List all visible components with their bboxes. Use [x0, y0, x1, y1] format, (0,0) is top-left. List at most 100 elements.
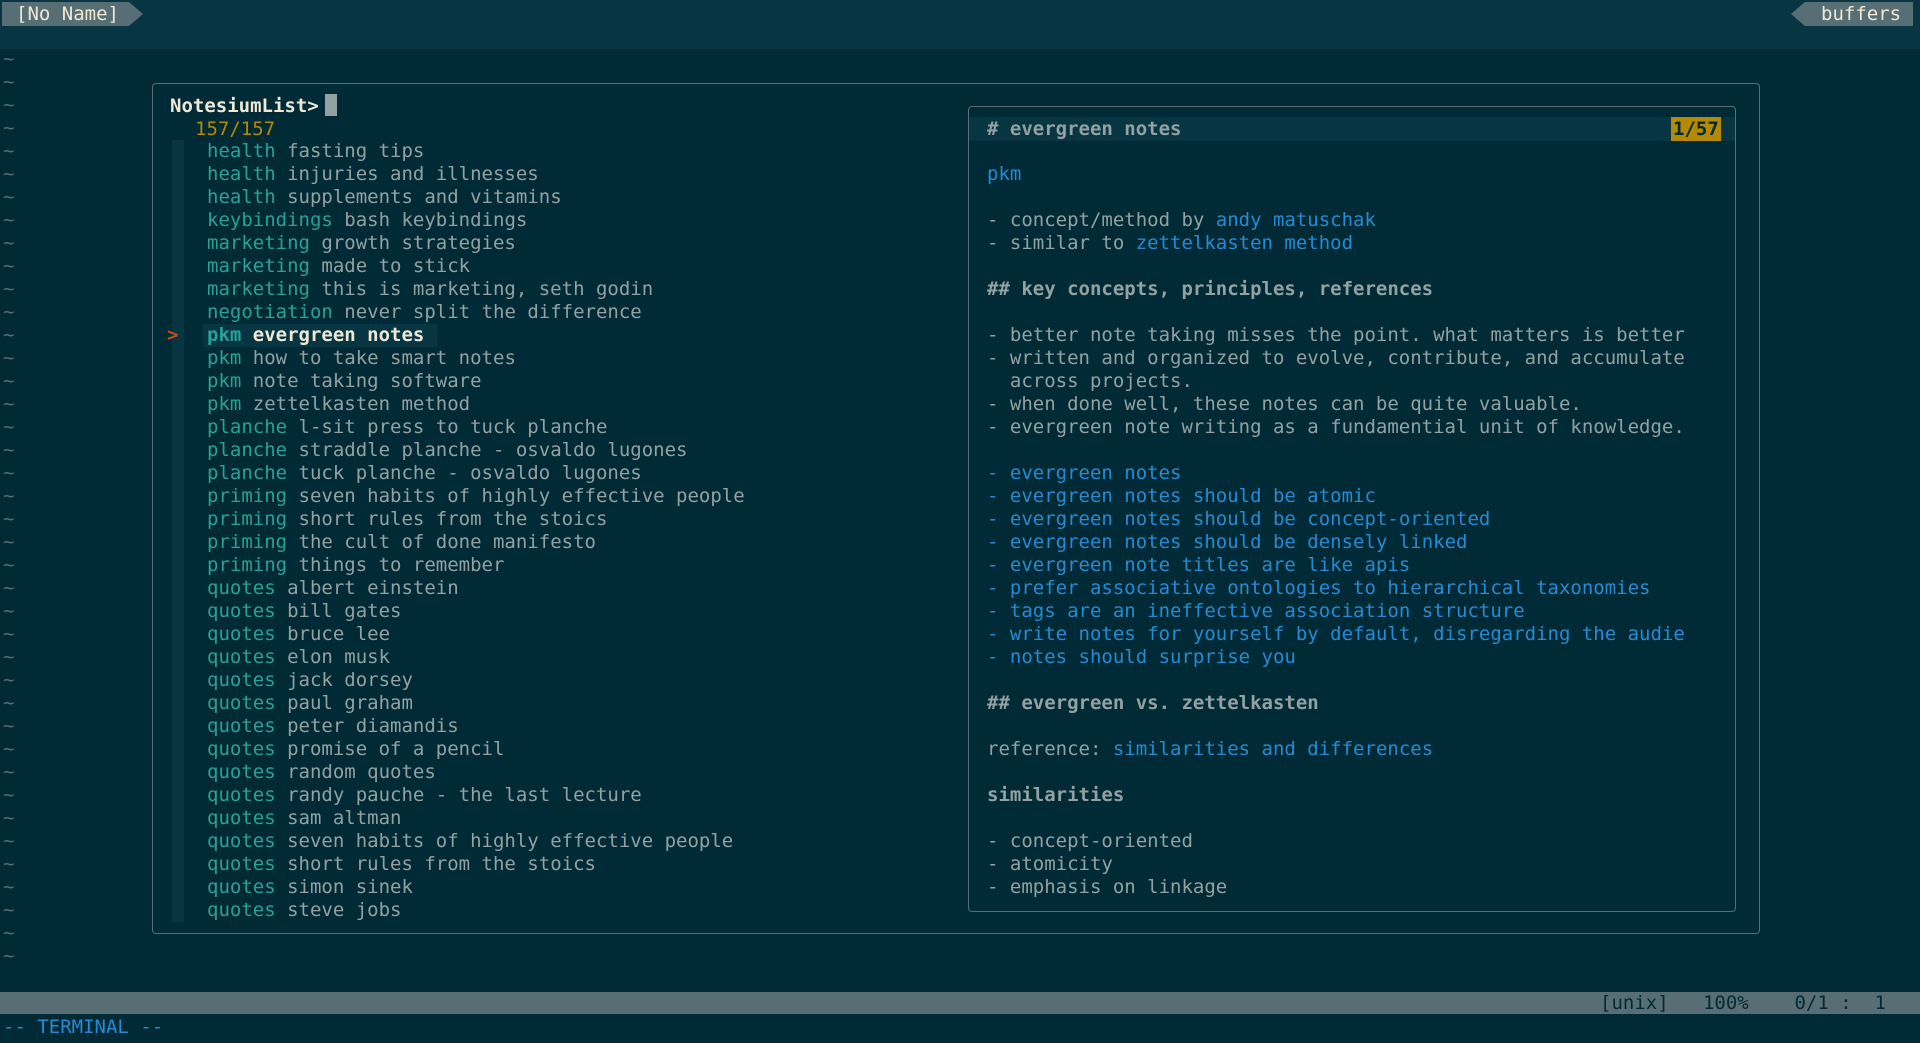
- note-link[interactable]: evergreen notes should be densely linked: [1010, 531, 1468, 553]
- note-link[interactable]: andy matuschak: [1216, 209, 1376, 231]
- list-item[interactable]: quotes sam altman: [207, 807, 745, 830]
- tilde-marker: ~: [3, 393, 15, 415]
- item-title: how to take smart notes: [252, 347, 516, 369]
- tilde-marker: ~: [3, 94, 15, 116]
- list-item[interactable]: negotiation never split the difference: [207, 301, 745, 324]
- prompt-label: NotesiumList>: [170, 95, 319, 117]
- list-item[interactable]: health supplements and vitamins: [207, 186, 745, 209]
- list-item[interactable]: quotes steve jobs: [207, 899, 745, 922]
- note-link[interactable]: notes should surprise you: [1010, 646, 1296, 668]
- item-category: quotes: [207, 692, 276, 714]
- preview-blank-line: [987, 186, 1722, 209]
- note-link[interactable]: evergreen notes should be concept-orient…: [1010, 508, 1490, 530]
- list-item[interactable]: quotes short rules from the stoics: [207, 853, 745, 876]
- item-category: priming: [207, 531, 288, 553]
- item-category: pkm: [207, 347, 242, 369]
- line-prefix: -: [987, 462, 1010, 484]
- list-item[interactable]: quotes random quotes: [207, 761, 745, 784]
- list-item[interactable]: priming seven habits of highly effective…: [207, 485, 745, 508]
- list-item[interactable]: planche tuck planche - osvaldo lugones: [207, 462, 745, 485]
- list-item[interactable]: quotes bill gates: [207, 600, 745, 623]
- note-link[interactable]: evergreen notes: [1010, 462, 1182, 484]
- item-category: health: [207, 163, 276, 185]
- list-item[interactable]: pkm how to take smart notes: [207, 347, 745, 370]
- list-item[interactable]: health fasting tips: [207, 140, 745, 163]
- item-category: quotes: [207, 646, 276, 668]
- item-category: quotes: [207, 807, 276, 829]
- list-item[interactable]: quotes simon sinek: [207, 876, 745, 899]
- list-item[interactable]: planche l-sit press to tuck planche: [207, 416, 745, 439]
- note-link[interactable]: tags are an ineffective association stru…: [1010, 600, 1525, 622]
- line-prefix: -: [987, 508, 1010, 530]
- tilde-marker: ~: [3, 140, 15, 162]
- list-item[interactable]: marketing this is marketing, seth godin: [207, 278, 745, 301]
- item-title: injuries and illnesses: [287, 163, 539, 185]
- tilde-marker: ~: [3, 48, 15, 70]
- item-category: quotes: [207, 738, 276, 760]
- item-category: keybindings: [207, 209, 333, 231]
- item-title: promise of a pencil: [287, 738, 505, 760]
- tilde-marker: ~: [3, 462, 15, 484]
- list-item[interactable]: quotes promise of a pencil: [207, 738, 745, 761]
- tilde-marker: ~: [3, 715, 15, 737]
- item-category: quotes: [207, 623, 276, 645]
- selection-pointer: >: [167, 324, 179, 346]
- note-link[interactable]: prefer associative ontologies to hierarc…: [1010, 577, 1651, 599]
- note-link[interactable]: evergreen note titles are like apis: [1010, 554, 1410, 576]
- preview-text-line: - evergreen note titles are like apis: [987, 554, 1722, 577]
- list-item[interactable]: quotes albert einstein: [207, 577, 745, 600]
- preview-text-line: - notes should surprise you: [987, 646, 1722, 669]
- preview-heading: ## key concepts, principles, references: [987, 278, 1434, 300]
- line-prefix: -: [987, 577, 1010, 599]
- tab-buffers[interactable]: buffers: [1790, 2, 1914, 26]
- list-item[interactable]: quotes seven habits of highly effective …: [207, 830, 745, 853]
- tilde-marker: ~: [3, 807, 15, 829]
- preview-text-line: - evergreen notes should be atomic: [987, 485, 1722, 508]
- list-item-selected[interactable]: > pkm evergreen notes: [167, 324, 437, 347]
- note-link[interactable]: similarities and differences: [1113, 738, 1433, 760]
- line-prefix: - concept/method by: [987, 209, 1216, 231]
- list-item[interactable]: priming the cult of done manifesto: [207, 531, 745, 554]
- item-title: supplements and vitamins: [287, 186, 562, 208]
- tilde-marker: ~: [3, 117, 15, 139]
- tilde-marker: ~: [3, 232, 15, 254]
- note-link[interactable]: evergreen notes should be atomic: [1010, 485, 1376, 507]
- item-category: pkm: [207, 324, 242, 346]
- list-item[interactable]: quotes peter diamandis: [207, 715, 745, 738]
- item-title: bruce lee: [287, 623, 391, 645]
- tab-no-name[interactable]: [No Name]: [2, 2, 143, 26]
- list-item[interactable]: pkm note taking software: [207, 370, 745, 393]
- list-item[interactable]: planche straddle planche - osvaldo lugon…: [207, 439, 745, 462]
- list-item[interactable]: quotes paul graham: [207, 692, 745, 715]
- list-item[interactable]: quotes jack dorsey: [207, 669, 745, 692]
- preview-text-line: - better note taking misses the point. w…: [987, 324, 1685, 346]
- list-item[interactable]: quotes randy pauche - the last lecture: [207, 784, 745, 807]
- preview-blank-line: [987, 439, 1722, 462]
- preview-text-line: - evergreen notes: [987, 462, 1722, 485]
- search-prompt[interactable]: NotesiumList>: [170, 94, 337, 118]
- tilde-marker: ~: [3, 922, 15, 944]
- list-item[interactable]: marketing growth strategies: [207, 232, 745, 255]
- item-title: randy pauche - the last lecture: [287, 784, 642, 806]
- tilde-marker: ~: [3, 255, 15, 277]
- list-item[interactable]: priming things to remember: [207, 554, 745, 577]
- tilde-marker: ~: [3, 945, 15, 967]
- preview-link-line: pkm: [987, 163, 1722, 186]
- note-link[interactable]: write notes for yourself by default, dis…: [1010, 623, 1685, 645]
- item-category: marketing: [207, 278, 310, 300]
- list-item[interactable]: marketing made to stick: [207, 255, 745, 278]
- preview-text-line: - atomicity: [987, 853, 1113, 875]
- tilde-marker: ~: [3, 439, 15, 461]
- list-item[interactable]: quotes elon musk: [207, 646, 745, 669]
- list-item[interactable]: health injuries and illnesses: [207, 163, 745, 186]
- list-item[interactable]: keybindings bash keybindings: [207, 209, 745, 232]
- item-category: quotes: [207, 577, 276, 599]
- note-link[interactable]: pkm: [987, 163, 1021, 185]
- list-item[interactable]: quotes bruce lee: [207, 623, 745, 646]
- list-item[interactable]: priming short rules from the stoics: [207, 508, 745, 531]
- list-item[interactable]: pkm zettelkasten method: [207, 393, 745, 416]
- tilde-marker: ~: [3, 830, 15, 852]
- note-link[interactable]: zettelkasten method: [1136, 232, 1353, 254]
- preview-page-indicator: 1/57: [1671, 117, 1721, 141]
- item-category: quotes: [207, 715, 276, 737]
